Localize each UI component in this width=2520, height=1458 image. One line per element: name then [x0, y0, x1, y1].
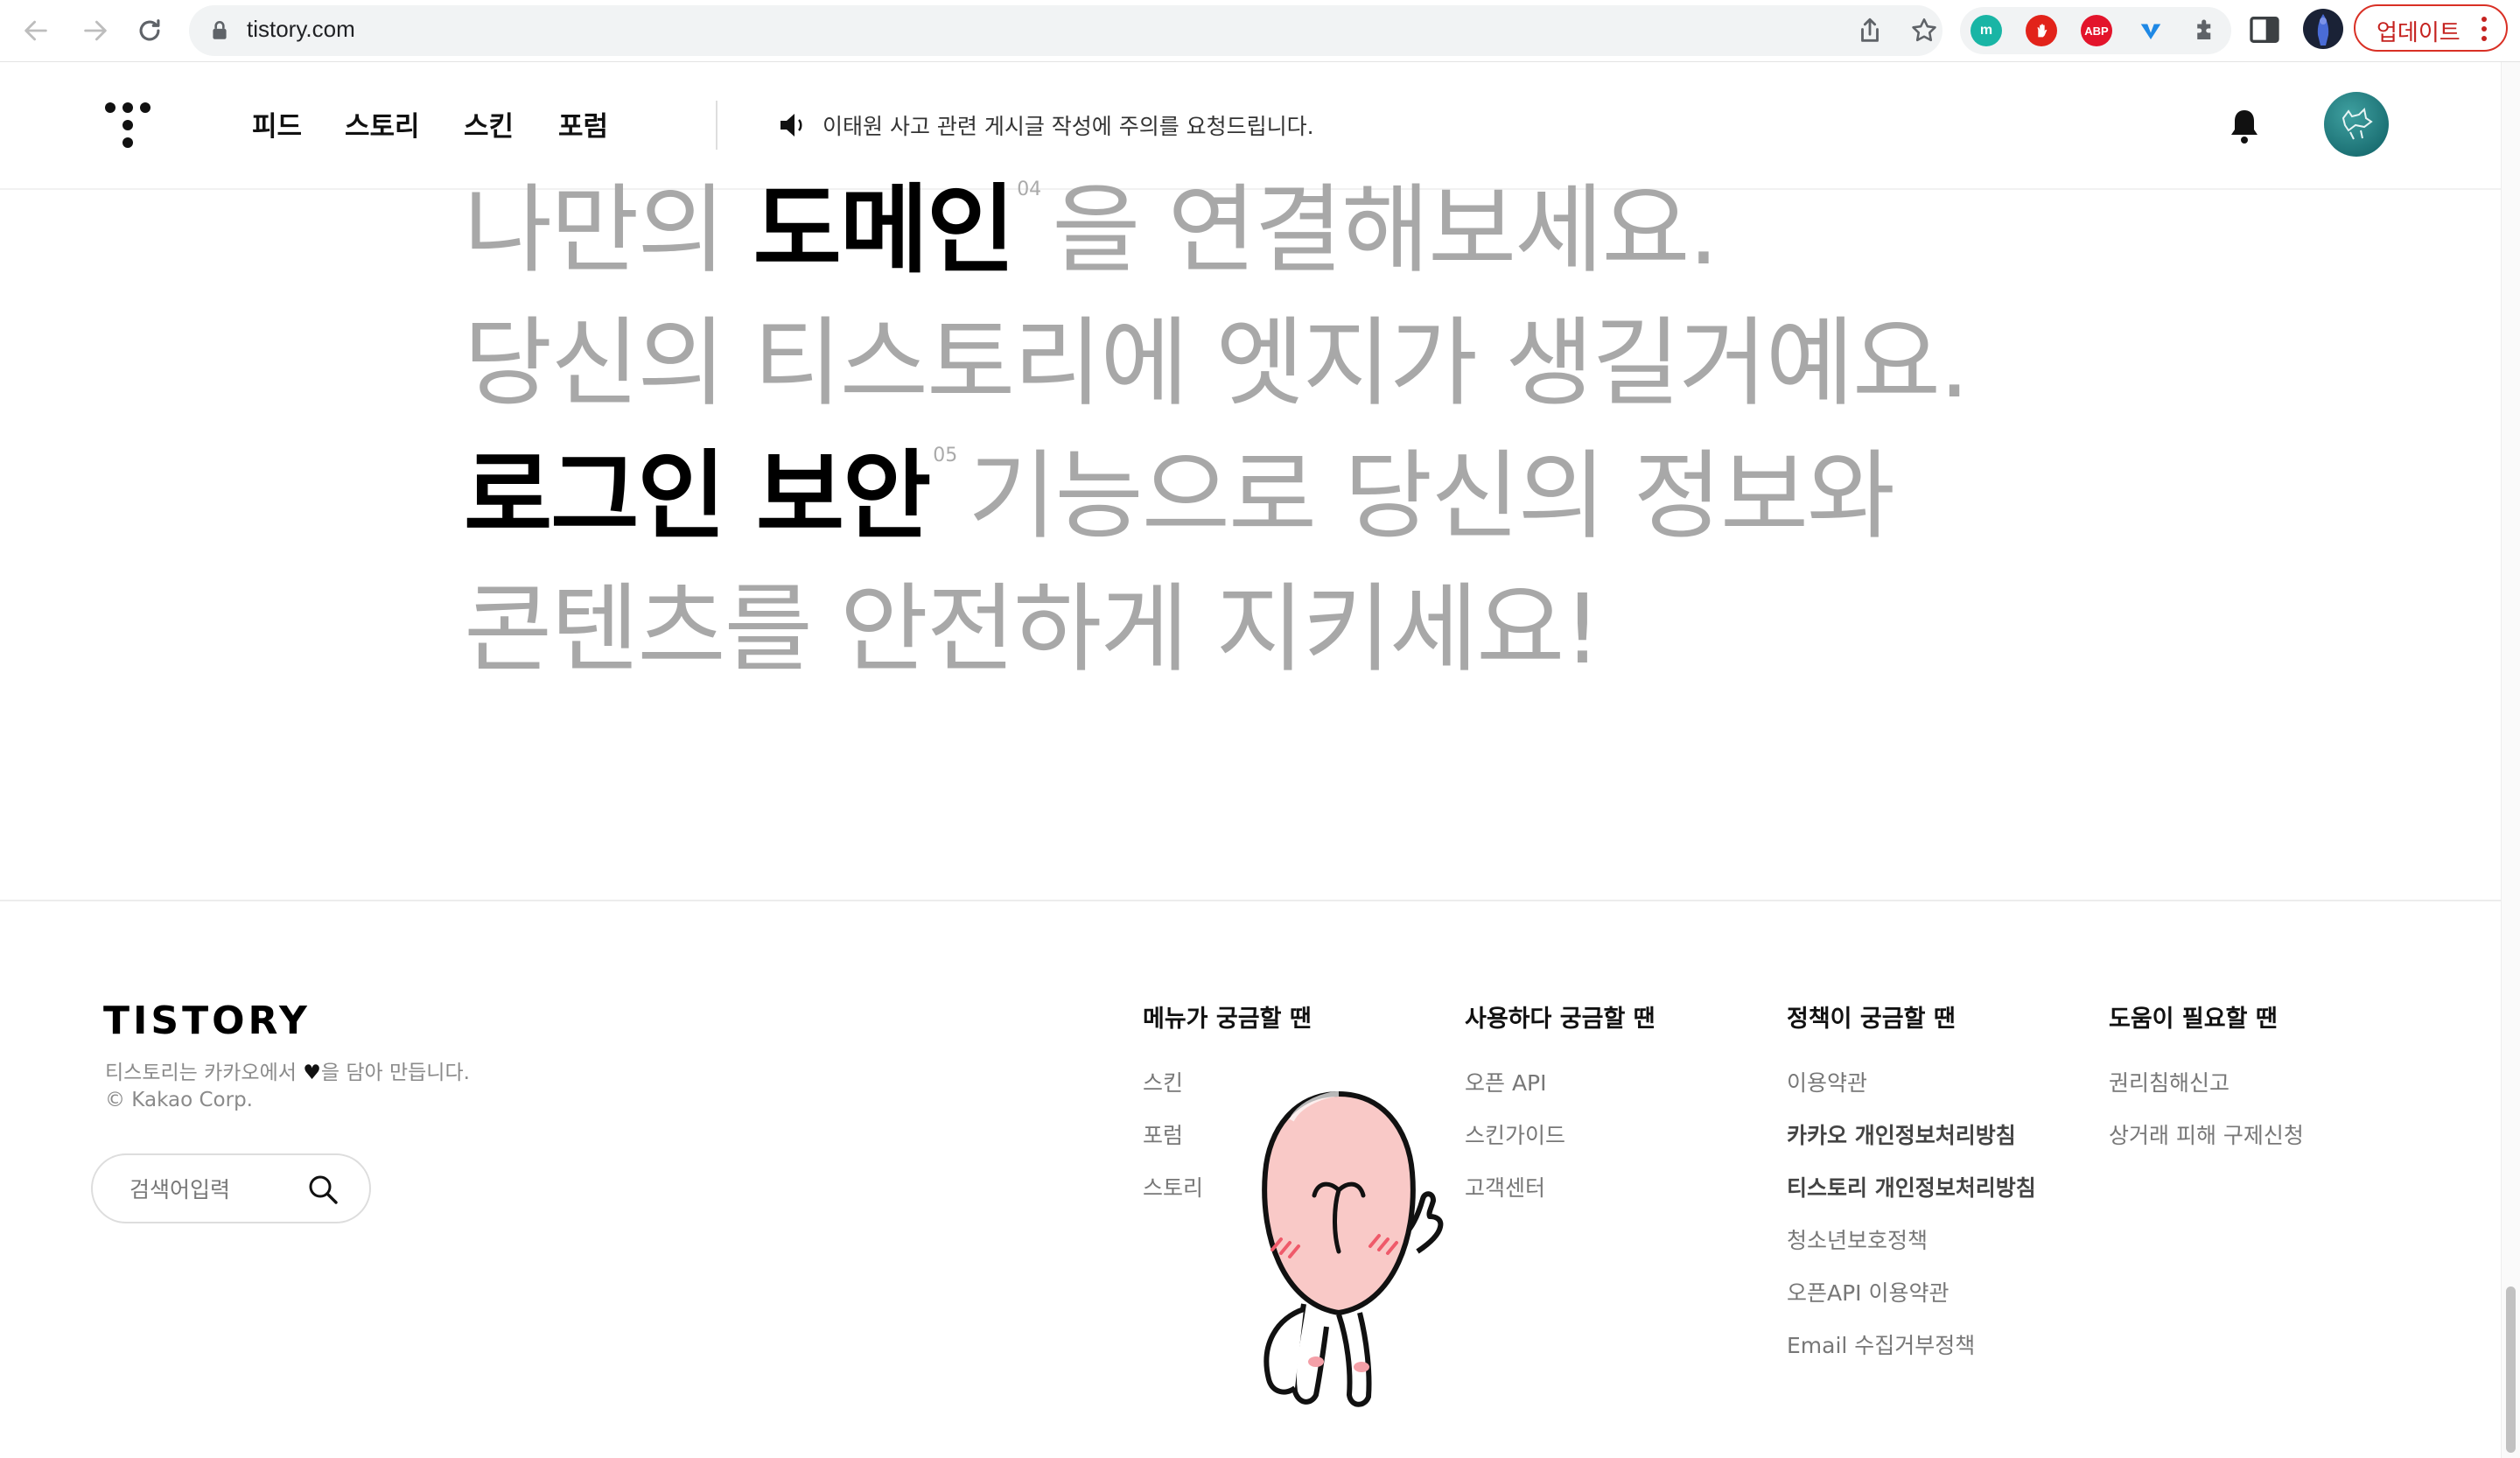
- notice-text[interactable]: 이태원 사고 관련 게시글 작성에 주의를 요청드립니다.: [822, 109, 1314, 141]
- address-bar[interactable]: tistory.com: [189, 5, 1942, 56]
- arrow-left-icon: [24, 20, 47, 41]
- hero-text: 콘텐츠를 안전하게 지키세요!: [464, 573, 1601, 685]
- copyright: © Kakao Corp.: [105, 1089, 253, 1111]
- extensions-puzzle-button[interactable]: [2189, 15, 2221, 46]
- lock-icon: [213, 20, 227, 39]
- nav-forum[interactable]: 포럼: [558, 104, 608, 144]
- search-input[interactable]: [128, 1173, 306, 1206]
- footer-link-open-api[interactable]: 오픈 API: [1465, 1066, 1547, 1097]
- arrow-right-icon: [84, 20, 107, 41]
- v-diamond-icon: [2140, 24, 2161, 39]
- footer-link-forum[interactable]: 포럼: [1143, 1118, 1183, 1150]
- search-icon[interactable]: [306, 1173, 340, 1206]
- adblock-hand-extension-icon[interactable]: [2026, 15, 2057, 46]
- hand-icon: [2037, 24, 2048, 38]
- hero-line-4: 콘텐츠를 안전하게 지키세요!: [464, 581, 1601, 677]
- footer-link-youth-protection[interactable]: 청소년보호정책: [1787, 1223, 1928, 1255]
- hero-text: 을 연결해보세요.: [1052, 174, 1718, 286]
- nav-feed[interactable]: 피드: [252, 104, 302, 144]
- site-header: 피드 스토리 스킨 포럼 이태원 사고 관련 게시글 작성에 주의를 요청드립니…: [0, 62, 2501, 190]
- hero-highlight-domain: 도메인: [752, 174, 1016, 286]
- feature-number: 04: [1017, 179, 1042, 200]
- nav-skin[interactable]: 스킨: [464, 104, 514, 144]
- update-button[interactable]: 업데이트: [2354, 4, 2508, 52]
- hero-text: 나만의: [464, 174, 753, 286]
- footer-link-skin[interactable]: 스킨: [1143, 1066, 1183, 1097]
- footer-link-terms[interactable]: 이용약관: [1787, 1066, 1867, 1097]
- tagline-text: 티스토리는 카카오에서: [105, 1062, 304, 1084]
- footer-link-kakao-privacy[interactable]: 카카오 개인정보처리방침: [1787, 1118, 2016, 1150]
- hero-line-1: 나만의 도메인 04 을 연결해보세요.: [464, 179, 1719, 279]
- footer-col-title: 도움이 필요할 땐: [2109, 1006, 2278, 1033]
- scrollbar-track[interactable]: [2501, 62, 2520, 1458]
- hero-text: 기능으로 당신의 정보와: [968, 440, 1895, 552]
- puzzle-icon: [2197, 19, 2211, 39]
- tistory-logo-icon[interactable]: [103, 101, 152, 150]
- nav-story[interactable]: 스토리: [345, 104, 420, 144]
- share-icon[interactable]: [1855, 16, 1885, 46]
- v-extension-icon[interactable]: [2135, 15, 2166, 46]
- user-avatar[interactable]: [2324, 92, 2389, 157]
- bookmark-star-icon[interactable]: [1909, 16, 1939, 46]
- forward-button[interactable]: [75, 11, 116, 51]
- footer-link-openapi-terms[interactable]: 오픈API 이용약관: [1787, 1276, 1950, 1307]
- update-label: 업데이트: [2376, 20, 2460, 46]
- footer-col-title: 정책이 궁금할 땐: [1787, 1006, 1956, 1033]
- browser-profile-avatar[interactable]: [2303, 9, 2343, 49]
- footer-link-story[interactable]: 스토리: [1143, 1171, 1203, 1202]
- footer-link-customer-center[interactable]: 고객센터: [1465, 1171, 1545, 1202]
- footer-search: [91, 1153, 371, 1223]
- speaker-icon: [780, 114, 802, 137]
- browser-toolbar: tistory.com m ABP 업데이트: [0, 0, 2520, 62]
- scrollbar-thumb[interactable]: [2506, 1286, 2516, 1453]
- hero-line-2: 당신의 티스토리에 엣지가 생길거예요.: [464, 315, 1970, 411]
- reload-icon: [139, 19, 160, 41]
- feature-number: 05: [933, 445, 958, 466]
- nav-divider: [716, 101, 718, 150]
- footer-divider: [0, 900, 2501, 901]
- mate-extension-icon[interactable]: m: [1970, 15, 2002, 46]
- hero-text: 당신의 티스토리에 엣지가 생길거예요.: [464, 307, 1970, 419]
- footer-link-tistory-privacy[interactable]: 티스토리 개인정보처리방침: [1787, 1171, 2036, 1202]
- footer-link-skin-guide[interactable]: 스킨가이드: [1465, 1118, 1565, 1150]
- footer-link-rights-report[interactable]: 권리침해신고: [2109, 1066, 2230, 1097]
- kebab-menu-icon: [2482, 17, 2487, 41]
- footer-col-title: 메뉴가 궁금할 땐: [1143, 1006, 1312, 1033]
- footer-brand[interactable]: TISTORY: [103, 999, 311, 1043]
- profile-figure-icon: [2317, 14, 2329, 46]
- peach-mascot-icon[interactable]: [1208, 1085, 1470, 1435]
- url-text[interactable]: tistory.com: [247, 16, 355, 43]
- ext-label: ABP: [2084, 24, 2109, 38]
- reload-button[interactable]: [130, 11, 170, 51]
- ext-label: m: [1979, 23, 1993, 38]
- extensions-area: m ABP: [1960, 7, 2231, 54]
- side-panel-icon[interactable]: [2247, 12, 2282, 47]
- footer-link-commerce-remedy[interactable]: 상거래 피해 구제신청: [2109, 1118, 2304, 1150]
- abp-extension-icon[interactable]: ABP: [2081, 15, 2112, 46]
- heart-icon: ♥: [303, 1062, 321, 1084]
- footer-link-email-policy[interactable]: Email 수집거부정책: [1787, 1328, 1975, 1360]
- footer-tagline: 티스토리는 카카오에서 ♥을 담아 만듭니다.: [105, 1055, 470, 1085]
- footer-col-title: 사용하다 궁금할 땐: [1465, 1006, 1656, 1033]
- hero-highlight-login-security: 로그인 보안: [464, 440, 931, 552]
- avatar-doodle-icon: [2342, 107, 2373, 140]
- hero-line-3: 로그인 보안 05 기능으로 당신의 정보와: [464, 445, 1895, 545]
- back-button[interactable]: [16, 11, 56, 51]
- tagline-text: 을 담아 만듭니다.: [320, 1062, 470, 1084]
- bell-icon[interactable]: [2230, 108, 2259, 144]
